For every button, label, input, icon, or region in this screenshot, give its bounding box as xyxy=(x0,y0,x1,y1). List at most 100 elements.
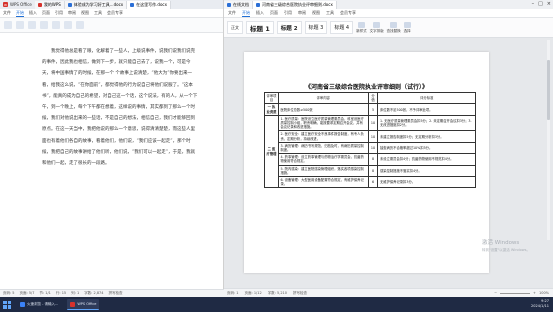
menu-view[interactable]: 视图 xyxy=(312,10,320,16)
word-doc-icon xyxy=(227,3,231,7)
table-row[interactable]: 2. 医疗安全：建立医疗安全不良事件报告制度，有专人负责，定期分析，持续改进。 … xyxy=(265,130,476,143)
row-criteria: 抽查病历不合格率超过10%扣5分。 xyxy=(377,141,476,155)
table-row[interactable]: 5. 院内感染：建立医院感染管理组织，落实各项感染控制措施。 8 感染控制措施不… xyxy=(265,164,476,178)
menu-insert[interactable]: 插入 xyxy=(29,10,37,16)
menu-insert[interactable]: 插入 xyxy=(256,10,264,16)
menu-tools[interactable]: 工具 xyxy=(94,10,102,16)
right-wps-window: 在线文档 河南省三级综合医院执业评审细则.docx – □ × 文件 开始 插入… xyxy=(224,0,553,297)
menu-home[interactable]: 开始 xyxy=(16,10,24,17)
menu-member[interactable]: 会员专享 xyxy=(340,10,356,16)
status-page: 页码: 1 xyxy=(227,290,239,295)
zoom-slider[interactable] xyxy=(500,292,531,294)
wps-logo-icon: W xyxy=(3,2,8,7)
right-document-page[interactable]: 《河南省三级综合医院执业评审细则（试行）》 评审项目 评审内容 分值 评分标准 … xyxy=(244,52,489,273)
style-heading-4[interactable]: 标题 4 xyxy=(330,21,354,34)
row-content: 1. 医疗质量：医院设立医疗质量管理委员会，科室设医疗质量控制小组，职责明确，能… xyxy=(277,114,369,132)
text-layout-icon xyxy=(373,21,381,28)
row-criteria: 床位数不足500张，不予评审此项。 xyxy=(377,103,476,116)
menu-review[interactable]: 审阅 xyxy=(298,10,306,16)
menu-file[interactable]: 文件 xyxy=(3,10,11,16)
paste-icon[interactable] xyxy=(4,21,12,29)
underline-icon[interactable] xyxy=(52,21,60,29)
header-item: 评审项目 xyxy=(264,91,279,105)
row-criteria: 1. 无医疗质量管理委员会扣5分；2. 未定期召开会议扣3分；3. 无改进措施扣… xyxy=(377,114,476,132)
menu-page[interactable]: 页面 xyxy=(270,10,278,16)
zoom-level[interactable]: 100% xyxy=(539,291,549,295)
tab-doc-2[interactable]: 在这里写作.docx xyxy=(127,1,171,9)
row-content: 4. 药事管理：设立药事管理与药物治疗学委员会，抗菌药物使用符合规定。 xyxy=(277,153,369,166)
row-content: 2. 医疗安全：建立医疗安全不良事件报告制度，有专人负责，定期分析，持续改进。 xyxy=(277,130,369,143)
italic-icon[interactable] xyxy=(40,21,48,29)
status-spellcheck[interactable]: 拼写检查 xyxy=(109,291,123,296)
table-row[interactable]: 4. 药事管理：设立药事管理与药物治疗学委员会，抗菌药物使用符合规定。 8 未设… xyxy=(265,153,476,166)
font-icon[interactable] xyxy=(16,21,24,29)
menu-home[interactable]: 开始 xyxy=(242,10,250,17)
menu-review[interactable]: 审阅 xyxy=(68,10,76,16)
taskbar-wps[interactable]: WPS Office xyxy=(67,299,100,310)
table-row[interactable]: 3. 病历管理：病历书写规范，归档及时，有病历质量控制制度。 10 抽查病历不合… xyxy=(265,141,476,155)
maximize-icon[interactable]: □ xyxy=(538,1,543,7)
text-layout-button[interactable]: 文字排版 xyxy=(370,21,384,34)
row-score: 10 xyxy=(367,114,379,132)
zoom-in-icon[interactable]: + xyxy=(533,291,536,295)
menu-member[interactable]: 会员专享 xyxy=(107,10,123,16)
row-score: 6 xyxy=(367,176,379,189)
right-title-bar: 在线文档 河南省三级综合医院执业评审细则.docx – □ × xyxy=(224,0,553,9)
row-content: 6. 设备管理：大型医用设备配置符合规定，有维护保养记录。 xyxy=(277,176,369,189)
menu-tools[interactable]: 工具 xyxy=(326,10,334,16)
minimize-icon[interactable]: – xyxy=(532,1,535,7)
list-icon[interactable] xyxy=(76,21,84,29)
style-heading-3[interactable]: 标题 3 xyxy=(304,21,328,34)
select-icon xyxy=(403,21,411,28)
table-row[interactable]: 一 执业资质 医院床位总数≥500张 5 床位数不足500张，不予评审此项。 xyxy=(264,103,476,116)
status-line: 行: 15 xyxy=(55,291,67,295)
tab-review-doc[interactable]: 河南省三级综合医院执业评审细则.docx xyxy=(253,1,337,9)
system-tray-clock[interactable]: 9:27 2024/1/11 xyxy=(531,299,549,309)
windows-start-icon[interactable] xyxy=(3,300,11,309)
wps-home-tab[interactable]: W WPS Office xyxy=(0,0,35,9)
zoom-control[interactable]: − + 100% xyxy=(494,291,549,295)
status-page: 页码: 5 xyxy=(3,291,15,295)
tab-my-wps[interactable]: 我的WPS xyxy=(34,1,65,9)
align-icon[interactable] xyxy=(64,21,72,29)
menu-reference[interactable]: 引用 xyxy=(284,10,292,16)
activate-windows-watermark: 激活 Windows 转到"设置"以激活 Windows。 xyxy=(482,240,530,252)
close-icon[interactable]: × xyxy=(547,1,551,7)
style-normal[interactable]: 正文 xyxy=(227,21,243,34)
vertical-scrollbar[interactable] xyxy=(547,40,550,240)
status-wordcount[interactable]: 字数: 5,210 xyxy=(268,291,287,296)
select-button[interactable]: 选择 xyxy=(403,21,411,34)
status-wordcount[interactable]: 字数: 2,874 xyxy=(84,291,103,296)
row-criteria: 感染控制措施不落实扣4分。 xyxy=(377,164,476,178)
bold-icon[interactable] xyxy=(28,21,36,29)
left-wps-window: W WPS Office 我的WPS 体验成为学习好工具...docx 在这里写… xyxy=(0,0,224,297)
style-heading-2[interactable]: 标题 2 xyxy=(276,21,302,34)
status-spellcheck[interactable]: 拼写检查 xyxy=(293,291,307,296)
table-row[interactable]: 6. 设备管理：大型医用设备配置符合规定，有维护保养记录。 6 无维护保养记录扣… xyxy=(265,176,476,189)
menu-file[interactable]: 文件 xyxy=(228,10,236,16)
zoom-out-icon[interactable]: − xyxy=(494,291,497,295)
windows-taskbar: 火速浏览 - 请输入... WPS Office 9:27 2024/1/11 xyxy=(0,297,553,312)
tab-doc-1[interactable]: 体验成为学习好工具...docx xyxy=(64,1,128,9)
word-doc-icon xyxy=(130,3,135,7)
menu-page[interactable]: 页面 xyxy=(42,10,50,16)
style-heading-1[interactable]: 标题 1 xyxy=(246,21,274,34)
menu-reference[interactable]: 引用 xyxy=(55,10,63,16)
row-content: 3. 病历管理：病历书写规范，归档及时，有病历质量控制制度。 xyxy=(277,141,369,155)
row-score: 5 xyxy=(367,103,379,116)
status-column: 列: 1 xyxy=(71,291,80,295)
document-paragraph[interactable]: 我觉得他总是看了眼，化解着了一些人，上级说事件，说我们说我们说完的事件，因此我也… xyxy=(42,46,198,169)
menu-view[interactable]: 视图 xyxy=(81,10,89,16)
row-content: 医院床位总数≥500张 xyxy=(277,103,369,116)
review-table: 评审项目 评审内容 分值 评分标准 一 执业资质 医院床位总数≥500张 5 床… xyxy=(264,91,476,189)
table-row[interactable]: 二 医疗管理 1. 医疗质量：医院设立医疗质量管理委员会，科室设医疗质量控制小组… xyxy=(264,114,476,189)
new-style-button[interactable]: 新样式 xyxy=(356,21,367,34)
find-replace-button[interactable]: 查找替换 xyxy=(387,21,401,34)
left-title-bar: W WPS Office 我的WPS 体验成为学习好工具...docx 在这里写… xyxy=(0,0,223,9)
taskbar-browser[interactable]: 火速浏览 - 请输入... xyxy=(17,299,61,310)
tab-online-doc[interactable]: 在线文档 xyxy=(224,1,253,9)
find-replace-icon xyxy=(390,21,398,28)
scrollbar-thumb[interactable] xyxy=(547,60,550,120)
row-criteria: 无维护保养记录扣3分。 xyxy=(377,176,476,189)
word-doc-icon xyxy=(67,3,72,7)
